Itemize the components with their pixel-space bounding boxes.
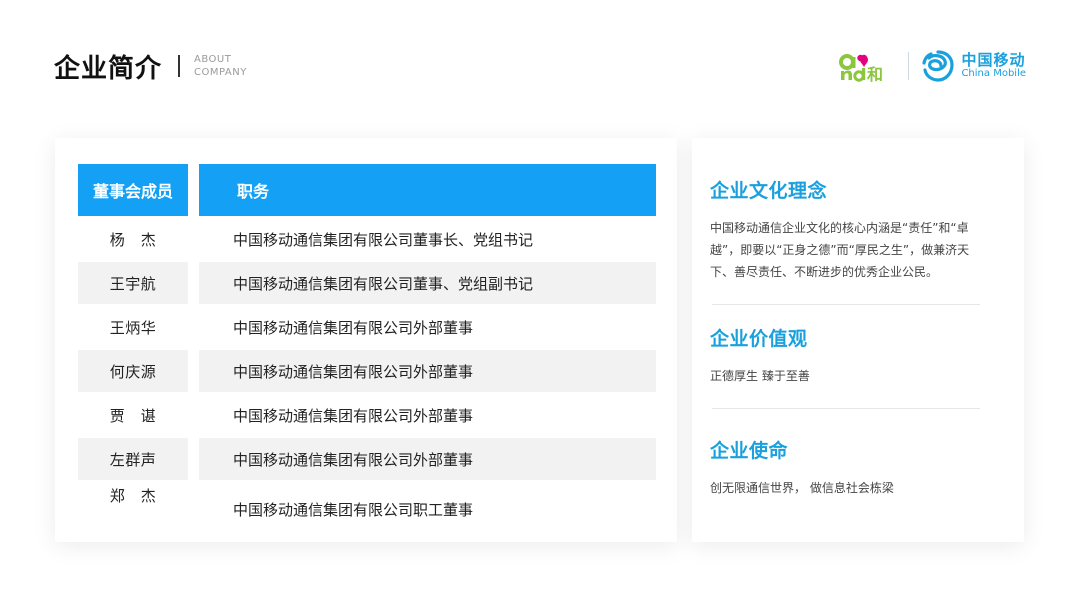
member-role: 中国移动通信集团有限公司外部董事: [199, 438, 656, 480]
member-role: 中国移动通信集团有限公司外部董事: [233, 406, 474, 425]
page-subtitle: ABOUT COMPANY: [194, 53, 247, 79]
member-name: 郑 杰: [109, 487, 157, 505]
table-body: 杨 杰 中国移动通信集团有限公司董事长、党组书记 王宇航 中国移动通信集团有限公…: [78, 218, 656, 526]
member-role: 中国移动通信集团有限公司外部董事: [199, 350, 656, 392]
china-mobile-en: China Mobile: [961, 68, 1026, 79]
table-row: 王宇航 中国移动通信集团有限公司董事、党组副书记: [78, 262, 656, 306]
subtitle-line-2: COMPANY: [194, 67, 247, 78]
corporate-culture-card: 企业文化理念 中国移动通信企业文化的核心内涵是“责任”和“卓越”，即要以“正身之…: [692, 138, 1024, 542]
china-mobile-cn: 中国移动: [961, 51, 1026, 69]
table-row: 何庆源 中国移动通信集团有限公司外部董事: [78, 350, 656, 394]
china-mobile-logo: 中国移动 China Mobile: [921, 49, 1026, 83]
svg-text:和: 和: [867, 65, 883, 83]
section-divider: [712, 304, 980, 305]
table-header: 董事会成员 职务: [78, 164, 656, 216]
and-he-logo-icon: 和: [838, 49, 896, 83]
member-name: 王炳华: [109, 318, 157, 337]
subtitle-line-1: ABOUT: [194, 54, 232, 65]
table-row: 郑 杰 中国移动通信集团有限公司职工董事: [78, 482, 656, 526]
values-title: 企业价值观: [710, 328, 808, 350]
section-divider: [712, 408, 980, 409]
page-title: 企业简介: [54, 53, 163, 84]
member-name: 杨 杰: [109, 230, 157, 249]
page-header: 企业简介 ABOUT COMPANY: [54, 48, 247, 84]
logo-divider: [908, 52, 910, 80]
member-role: 中国移动通信集团有限公司董事长、党组书记: [233, 230, 534, 249]
mission-title: 企业使命: [710, 440, 789, 462]
china-mobile-logo-icon: [922, 50, 955, 82]
mission-section: 企业使命 创无限通信世界， 做信息社会栋梁: [710, 436, 982, 499]
member-name: 贾 谌: [109, 406, 157, 425]
values-section: 企业价值观 正德厚生 臻于至善: [710, 324, 982, 387]
member-role: 中国移动通信集团有限公司外部董事: [233, 318, 474, 337]
table-row: 左群声 中国移动通信集团有限公司外部董事: [78, 438, 656, 482]
table-row: 杨 杰 中国移动通信集团有限公司董事长、党组书记: [78, 218, 656, 262]
column-header-member: 董事会成员: [78, 164, 188, 216]
member-role: 中国移动通信集团有限公司职工董事: [233, 500, 474, 519]
member-name: 王宇航: [78, 262, 188, 304]
culture-section: 企业文化理念 中国移动通信企业文化的核心内涵是“责任”和“卓越”，即要以“正身之…: [710, 176, 982, 283]
member-role: 中国移动通信集团有限公司董事、党组副书记: [199, 262, 656, 304]
table-row: 王炳华 中国移动通信集团有限公司外部董事: [78, 306, 656, 350]
column-header-role: 职务: [199, 164, 656, 216]
mission-text: 创无限通信世界， 做信息社会栋梁: [710, 481, 894, 495]
brand-logos: 和 中国移动 China Mobile: [838, 48, 1026, 84]
board-members-card: 董事会成员 职务 杨 杰 中国移动通信集团有限公司董事长、党组书记 王宇航 中国…: [55, 138, 677, 542]
member-name: 何庆源: [78, 350, 188, 392]
table-row: 贾 谌 中国移动通信集团有限公司外部董事: [78, 394, 656, 438]
culture-text: 中国移动通信企业文化的核心内涵是“责任”和“卓越”，即要以“正身之德”而“厚民之…: [710, 221, 970, 279]
values-text: 正德厚生 臻于至善: [710, 369, 810, 383]
title-divider: [178, 55, 181, 77]
culture-title: 企业文化理念: [710, 180, 828, 202]
member-name: 左群声: [78, 438, 188, 480]
